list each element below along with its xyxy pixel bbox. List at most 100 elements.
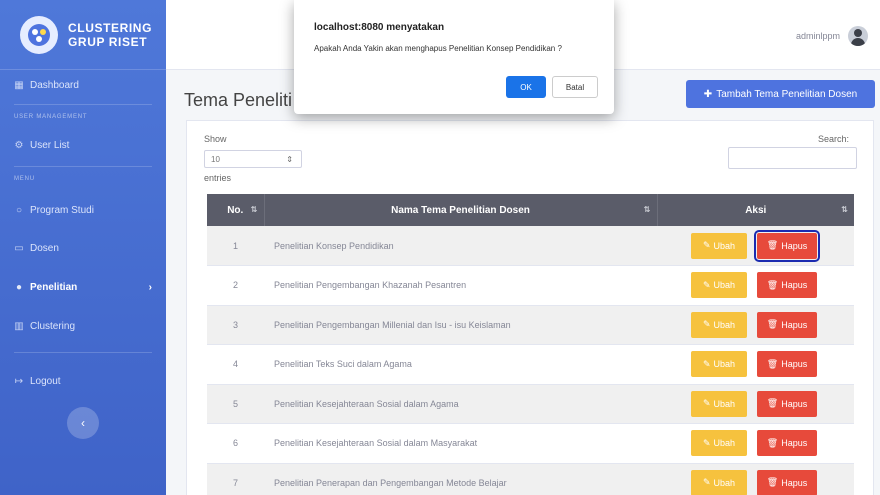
sidebar-divider (14, 166, 152, 167)
sidebar-item-dosen[interactable]: ▭ Dosen (0, 235, 166, 261)
username: adminlppm (795, 31, 840, 41)
chevron-right-icon: › (148, 281, 152, 293)
delete-label: Hapus (781, 477, 808, 488)
length-value: 10 (211, 154, 220, 164)
header-label: Nama Tema Penelitian Dosen (391, 204, 530, 216)
delete-label: Hapus (781, 319, 808, 330)
table-row: 3 Penelitian Pengembangan Millenial dan … (207, 305, 854, 345)
chart-icon: ▥ (14, 320, 24, 332)
edit-button[interactable]: ✎ Ubah (691, 232, 747, 259)
sidebar-divider (14, 104, 152, 105)
table-row: 1 Penelitian Konsep Pendidikan ✎ Ubah 🗑 Ha… (207, 226, 854, 266)
row-name: Penelitian Teks Suci dalam Agama (264, 344, 657, 385)
edit-label: Ubah (713, 359, 736, 370)
edit-label: Ubah (713, 438, 736, 449)
trash-icon: 🗑 (766, 279, 779, 290)
sidebar-item-dashboard[interactable]: ▦ Dashboard (0, 72, 166, 98)
brand-logo-icon (20, 15, 58, 54)
edit-label: Ubah (713, 477, 736, 488)
logout-icon: ↦ (14, 375, 24, 387)
header-name[interactable]: Nama Tema Penelitian Dosen ⇅ (263, 194, 657, 226)
row-actions: ✎ Ubah 🗑 Hapus (657, 384, 854, 424)
dialog-cancel-button[interactable]: Batal (552, 76, 598, 98)
sidebar-toggle-button[interactable]: ‹ (67, 407, 99, 439)
row-actions: ✎ Ubah 🗑 Hapus (657, 463, 854, 495)
table-row: 4 Penelitian Teks Suci dalam Agama ✎ Ubah… (207, 344, 854, 385)
edit-button[interactable]: ✎ Ubah (691, 351, 747, 378)
sidebar-item-label: Penelitian (30, 281, 78, 293)
table-row: 5 Penelitian Kesejahteraan Sosial dalam … (207, 384, 854, 424)
trash-icon: 🗑 (766, 398, 779, 409)
sidebar-item-label: Dosen (30, 242, 59, 254)
row-no: 2 (207, 265, 264, 306)
header-label: Aksi (745, 204, 767, 216)
row-name: Penelitian Konsep Pendidikan (264, 226, 657, 266)
row-actions: ✎ Ubah 🗑 Hapus (657, 265, 854, 306)
circle-icon: ○ (15, 204, 23, 216)
row-no: 6 (207, 423, 264, 464)
trash-icon: 🗑 (766, 319, 779, 330)
users-icon: ● (15, 281, 23, 293)
sidebar-item-logout[interactable]: ↦ Logout (0, 368, 166, 394)
user-menu[interactable]: adminlppm (796, 26, 868, 46)
row-actions: ✎ Ubah 🗑 Hapus (657, 344, 854, 385)
search-label: Search: (818, 134, 850, 144)
delete-button[interactable]: 🗑 Hapus (757, 351, 817, 378)
select-arrows-icon: ⇕ (286, 154, 293, 164)
edit-button[interactable]: ✎ Ubah (691, 272, 747, 299)
show-label: Show (204, 134, 227, 144)
sidebar-item-clustering[interactable]: ▥ Clustering (0, 313, 166, 339)
sidebar-item-label: User List (30, 139, 70, 151)
header-aksi[interactable]: Aksi ⇅ (656, 194, 854, 226)
brand-text: CLUSTERING GRUP RISET (68, 21, 152, 49)
delete-button[interactable]: 🗑 Hapus (757, 272, 817, 299)
row-name: Penelitian Kesejahteraan Sosial dalam Ma… (264, 423, 657, 464)
edit-icon: ✎ (702, 319, 711, 330)
edit-label: Ubah (713, 240, 736, 251)
edit-icon: ✎ (702, 437, 711, 448)
user-plus-icon: ✚ (703, 88, 713, 100)
edit-button[interactable]: ✎ Ubah (691, 390, 747, 417)
chevron-left-icon: ‹ (81, 416, 85, 430)
brand-line-2: GRUP RISET (68, 34, 148, 49)
header-no[interactable]: No. ⇅ (207, 194, 264, 226)
edit-button[interactable]: ✎ Ubah (691, 311, 747, 338)
table-header-row: No. ⇅ Nama Tema Penelitian Dosen ⇅ Aksi … (207, 194, 854, 226)
sidebar-item-penelitian[interactable]: ● Penelitian › (0, 274, 166, 300)
sidebar-item-user-list[interactable]: ⚙ User List (0, 132, 166, 158)
edit-icon: ✎ (702, 279, 711, 290)
delete-button[interactable]: 🗑 Hapus (757, 430, 817, 457)
sidebar: CLUSTERING GRUP RISET ▦ Dashboard USER M… (0, 0, 166, 495)
row-no: 1 (207, 226, 264, 266)
sidebar-item-program-studi[interactable]: ○ Program Studi (0, 197, 166, 223)
brand[interactable]: CLUSTERING GRUP RISET (0, 0, 166, 70)
edit-button[interactable]: ✎ Ubah (691, 430, 747, 457)
edit-button[interactable]: ✎ Ubah (691, 469, 747, 495)
delete-button[interactable]: 🗑 Hapus (757, 390, 817, 417)
delete-label: Hapus (781, 398, 808, 409)
sort-icon: ⇅ (250, 205, 258, 214)
edit-label: Ubah (713, 398, 736, 409)
sidebar-item-label: Program Studi (30, 204, 94, 216)
sidebar-heading-menu: MENU (14, 176, 35, 182)
row-name: Penelitian Penerapan dan Pengembangan Me… (264, 463, 657, 495)
sidebar-item-label: Dashboard (30, 79, 79, 91)
row-actions: ✎ Ubah 🗑 Hapus (657, 423, 854, 464)
row-actions: ✎ Ubah 🗑 Hapus (657, 305, 854, 345)
edit-icon: ✎ (702, 358, 711, 369)
trash-icon: 🗑 (766, 437, 779, 448)
entries-length-select[interactable]: 10 ⇕ (204, 150, 302, 168)
row-no: 3 (207, 305, 264, 345)
edit-icon: ✎ (702, 477, 711, 488)
delete-button[interactable]: 🗑 Hapus (757, 469, 817, 495)
row-name: Penelitian Kesejahteraan Sosial dalam Ag… (264, 384, 657, 424)
dialog-ok-button[interactable]: OK (506, 76, 546, 98)
search-input[interactable] (728, 147, 857, 169)
sidebar-item-label: Clustering (30, 320, 76, 332)
table-row: 6 Penelitian Kesejahteraan Sosial dalam … (207, 423, 854, 464)
delete-button[interactable]: 🗑 Hapus (757, 311, 817, 338)
add-tema-button[interactable]: ✚ Tambah Tema Penelitian Dosen (686, 80, 875, 108)
delete-button[interactable]: 🗑 Hapus (754, 229, 820, 262)
page-title: Tema Peneliti (184, 90, 293, 110)
row-no: 7 (207, 463, 264, 495)
